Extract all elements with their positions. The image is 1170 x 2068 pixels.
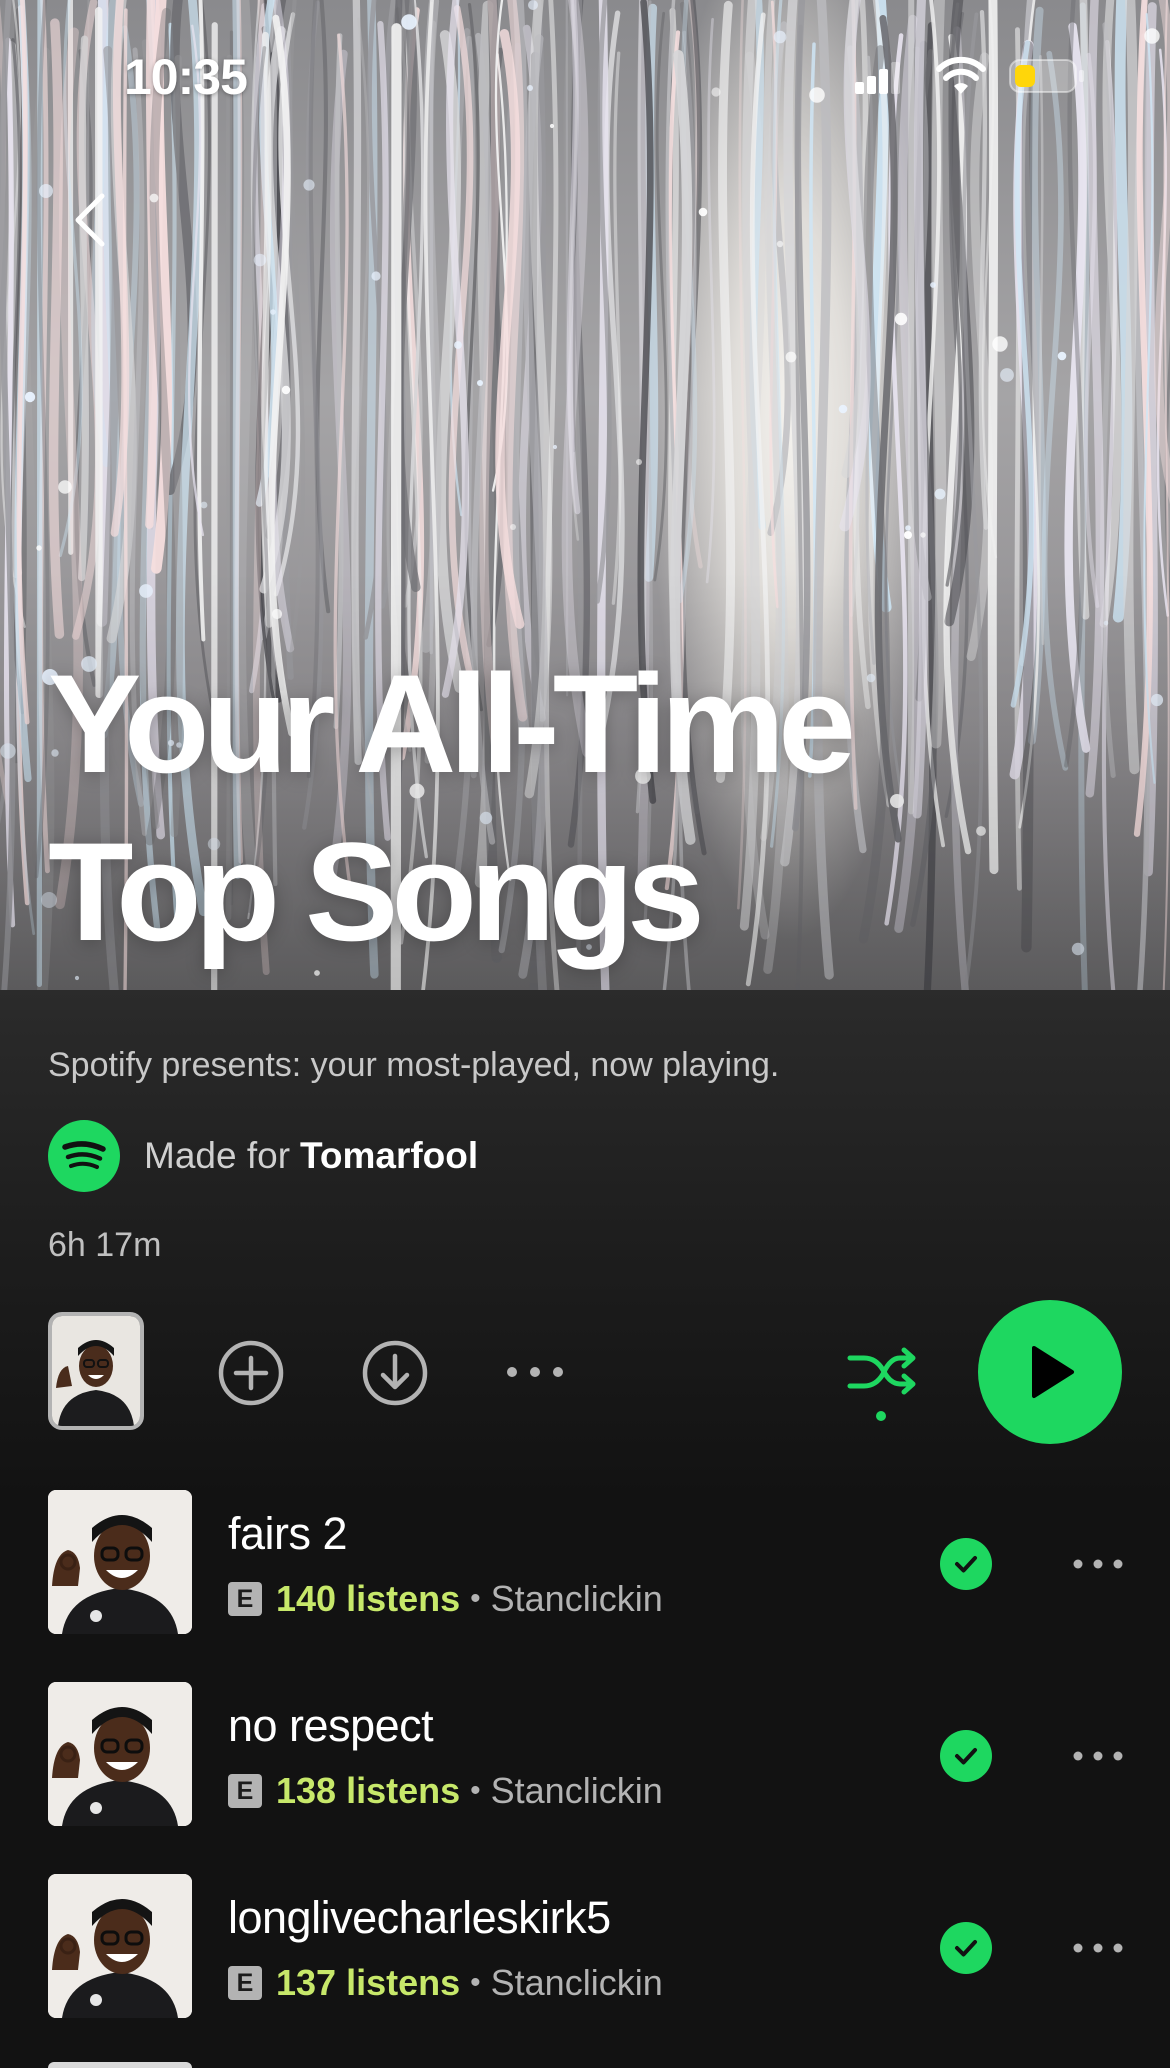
artist-photo-image — [48, 1682, 192, 1826]
spotify-logo-icon — [48, 1120, 120, 1192]
track-meta: E 138 listens • Stanclickin — [228, 1770, 663, 1812]
track-more-button[interactable] — [1068, 1926, 1128, 1970]
downloaded-check-icon — [940, 1730, 992, 1782]
play-button[interactable] — [978, 1300, 1122, 1444]
separator-dot: • — [470, 1966, 481, 1999]
track-artist: Stanclickin — [490, 1770, 663, 1811]
more-options-button[interactable] — [500, 1350, 570, 1394]
track-artist: Stanclickin — [490, 1578, 663, 1619]
wifi-icon — [936, 56, 986, 94]
explicit-badge: E — [228, 1774, 262, 1808]
track-meta: E 140 listens • Stanclickin — [228, 1578, 663, 1620]
download-icon — [362, 1340, 428, 1406]
track-row[interactable]: longlivecharleskirk5 E 137 listens • Sta… — [0, 1874, 1170, 2066]
add-circle-icon — [218, 1340, 284, 1406]
artist-photo-image — [48, 1874, 192, 2018]
playlist-title-line-2: Top Songs — [48, 813, 705, 970]
downloaded-check-icon — [940, 1538, 992, 1590]
more-horizontal-icon — [1073, 1751, 1123, 1761]
battery-icon — [1009, 59, 1084, 93]
playlist-description: Spotify presents: your most-played, now … — [48, 1046, 780, 1084]
track-title: no respect — [228, 1700, 434, 1751]
more-horizontal-icon — [1073, 1943, 1123, 1953]
track-listens: 140 listens — [276, 1578, 461, 1619]
track-listens: 137 listens — [276, 1962, 461, 2003]
track-row[interactable]: no respect E 138 listens • Stanclickin — [0, 1682, 1170, 1874]
playlist-title: Your All-Time Top Songs — [48, 640, 1128, 976]
add-to-library-button[interactable] — [216, 1338, 286, 1408]
explicit-badge: E — [228, 1582, 262, 1616]
track-meta: E 137 listens • Stanclickin — [228, 1962, 663, 2004]
shuffle-button[interactable] — [846, 1340, 920, 1424]
signal-icon — [855, 62, 900, 94]
track-title: fairs 2 — [228, 1508, 348, 1559]
made-for-row: Made for Tomarfool — [48, 1120, 478, 1192]
playlist-screen: 10:35 Your All-Time Top Songs Spotify pr… — [0, 0, 1170, 2068]
made-for-username[interactable]: Tomarfool — [300, 1135, 478, 1177]
more-horizontal-icon — [1073, 1559, 1123, 1569]
profile-photo-image — [52, 1316, 140, 1426]
playlist-title-line-1: Your All-Time — [48, 645, 856, 802]
status-bar: 10:35 — [0, 0, 1170, 150]
more-horizontal-icon — [507, 1367, 563, 1377]
chevron-left-icon — [75, 193, 105, 247]
track-list: fairs 2 E 140 listens • Stanclickin no r… — [0, 1490, 1170, 2066]
track-artwork — [48, 1490, 192, 1634]
downloaded-check-icon — [940, 1922, 992, 1974]
playlist-duration: 6h 17m — [48, 1226, 162, 1264]
artist-photo-image — [48, 1490, 192, 1634]
play-icon — [1032, 1346, 1074, 1398]
download-button[interactable] — [360, 1338, 430, 1408]
track-more-button[interactable] — [1068, 1734, 1128, 1778]
track-more-button[interactable] — [1068, 1542, 1128, 1586]
cover-thumbnail[interactable] — [48, 1312, 144, 1430]
explicit-badge: E — [228, 1966, 262, 2000]
track-listens: 138 listens — [276, 1770, 461, 1811]
separator-dot: • — [470, 1582, 481, 1615]
track-artwork — [48, 1874, 192, 2018]
playlist-cover-hero: 10:35 Your All-Time Top Songs — [0, 0, 1170, 990]
track-row[interactable]: fairs 2 E 140 listens • Stanclickin — [0, 1490, 1170, 1682]
back-button[interactable] — [50, 180, 130, 260]
track-artist: Stanclickin — [490, 1962, 663, 2003]
track-artwork — [48, 1682, 192, 1826]
made-for-label: Made for — [144, 1135, 291, 1176]
track-title: longlivecharleskirk5 — [228, 1892, 611, 1943]
shuffle-icon — [847, 1347, 916, 1421]
next-track-artwork-peek — [48, 2062, 192, 2068]
status-time: 10:35 — [124, 49, 248, 105]
separator-dot: • — [470, 1774, 481, 1807]
